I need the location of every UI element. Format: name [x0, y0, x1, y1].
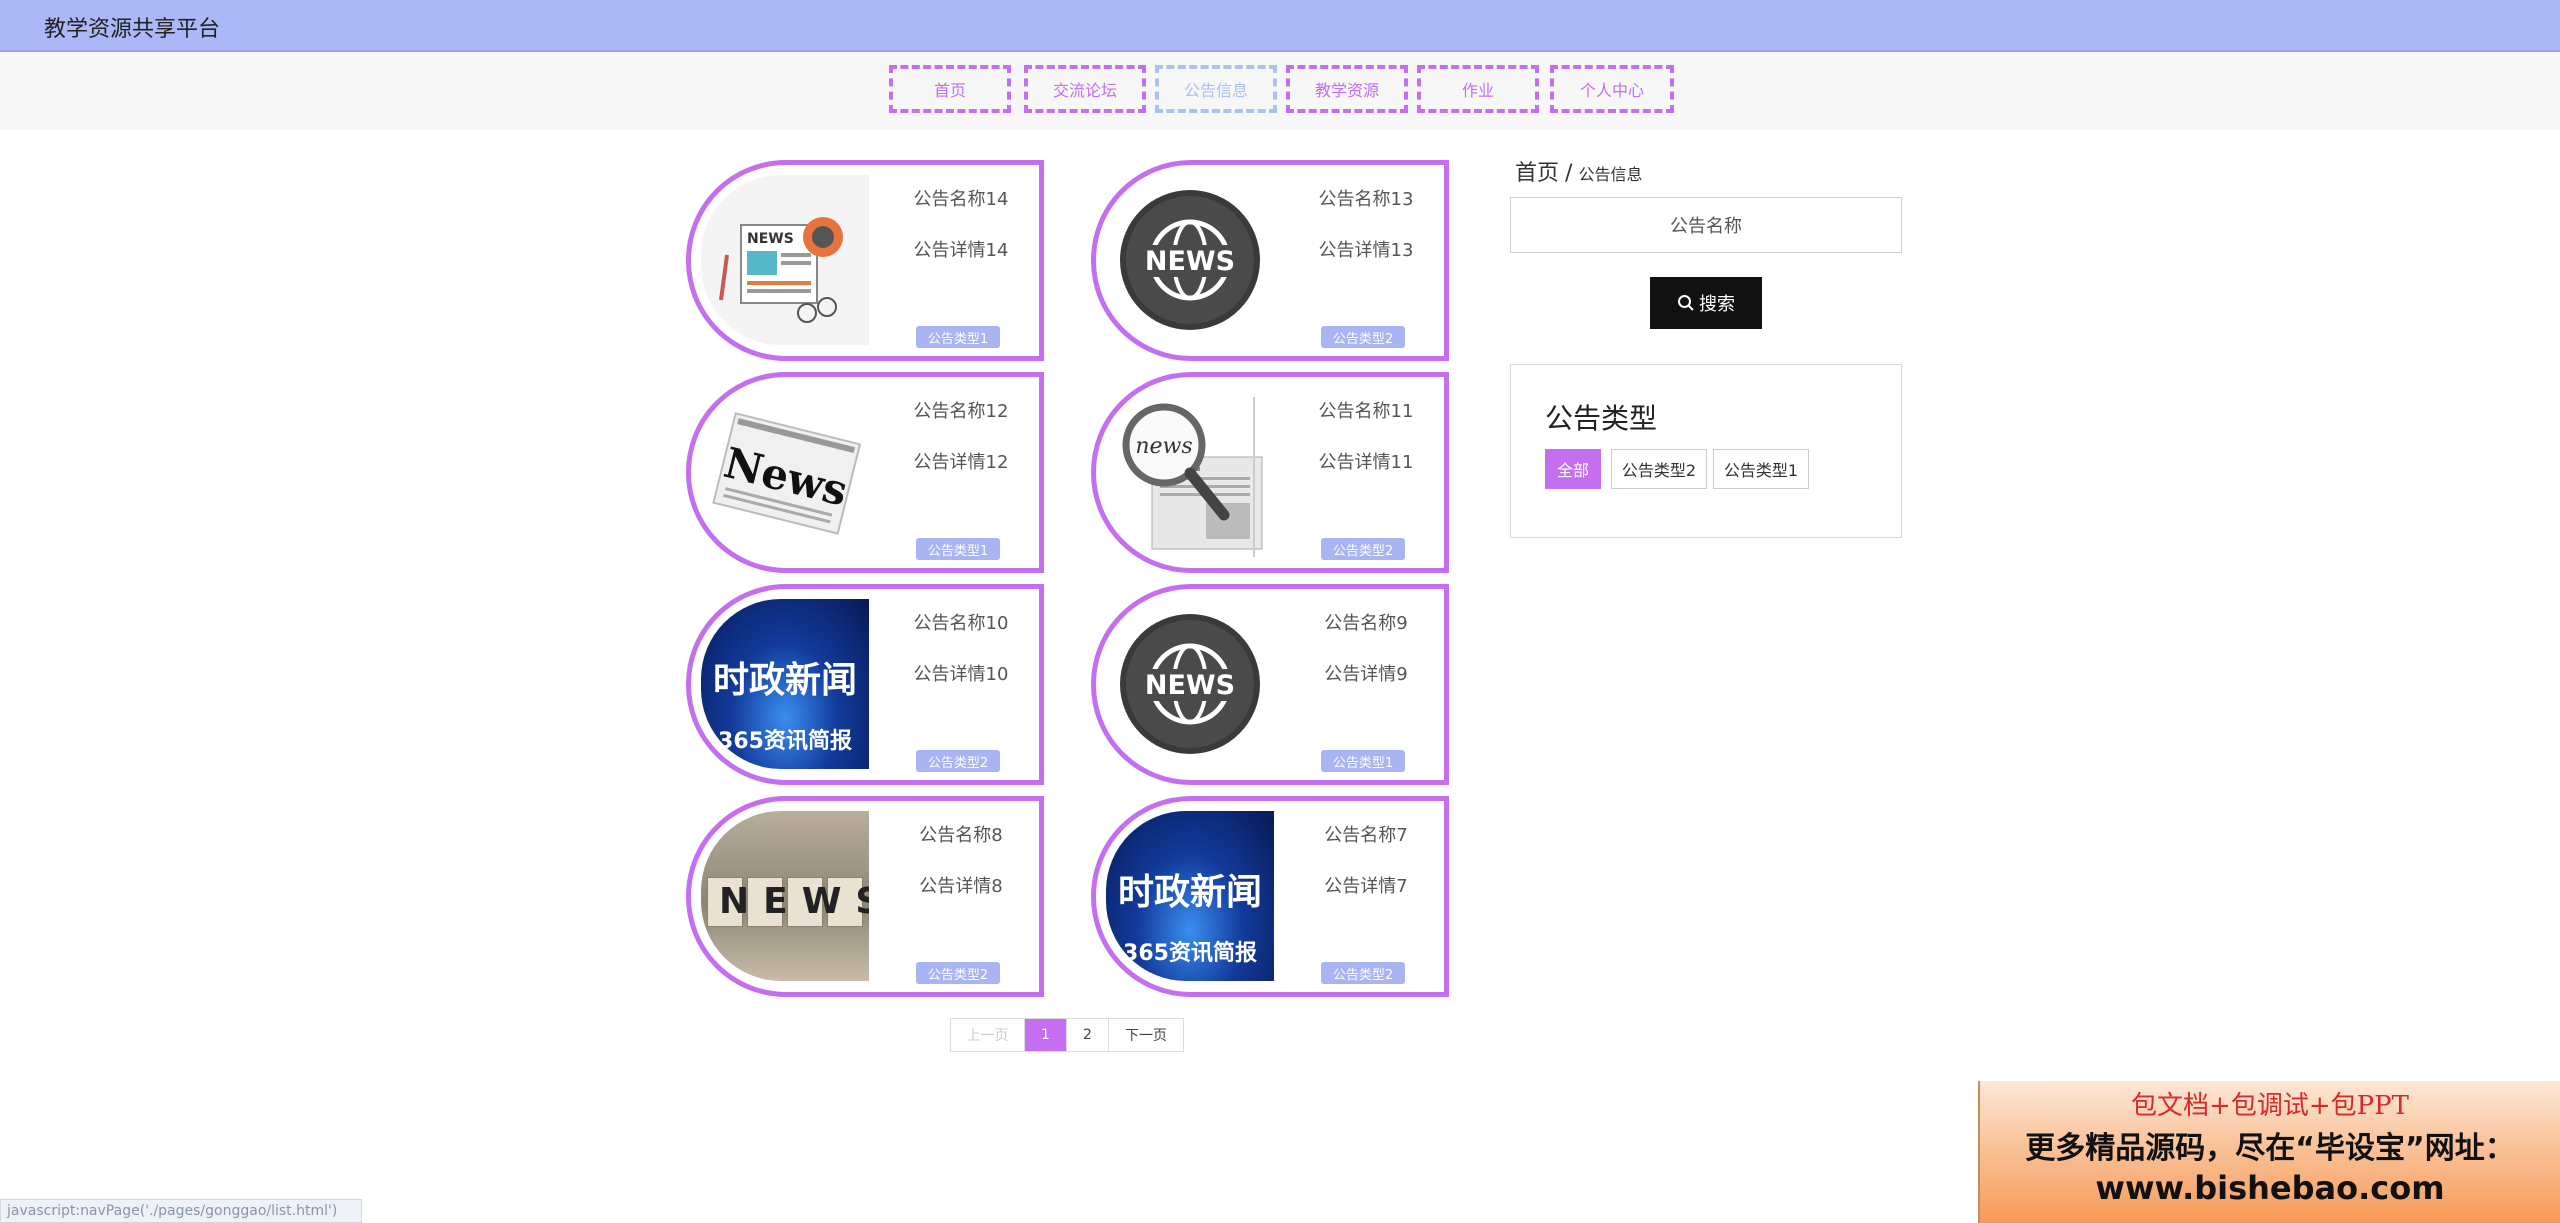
announcement-name: 公告名称11 — [1318, 401, 1414, 422]
announcement-name: 公告名称14 — [913, 189, 1009, 210]
announcement-name: 公告名称10 — [913, 613, 1009, 634]
announcement-name: 公告名称8 — [919, 825, 1003, 846]
announcement-detail: 公告详情13 — [1318, 240, 1414, 261]
promo-line-2: 更多精品源码，尽在“毕设宝”网址： — [2025, 1131, 2515, 1166]
breadcrumb-current: 公告信息 — [1578, 165, 1643, 184]
announcement-card[interactable]: news 公告名称11 公告详情11 公告类型2 — [1091, 372, 1449, 573]
next-page-button[interactable]: 下一页 — [1109, 1019, 1183, 1051]
nav-teaching-resources[interactable]: 教学资源 — [1286, 65, 1408, 113]
announcement-card[interactable]: News 公告名称12 公告详情12 公告类型1 — [686, 372, 1044, 573]
announcement-detail: 公告详情11 — [1318, 452, 1414, 473]
announcement-detail: 公告详情14 — [913, 240, 1009, 261]
announcement-name: 公告名称9 — [1324, 613, 1408, 634]
magnifier-news-image: news — [1106, 387, 1274, 557]
announcement-type-badge: 公告类型2 — [916, 962, 1000, 984]
status-link-preview: javascript:navPage('./pages/gonggao/list… — [0, 1199, 362, 1223]
shizheng-news-subtitle: 365资讯简报 — [718, 729, 852, 754]
announcement-name: 公告名称13 — [1318, 189, 1414, 210]
shizheng-news-title: 时政新闻 — [1117, 872, 1262, 913]
shizheng-news-subtitle: 365资讯简报 — [1123, 941, 1257, 966]
page-2-button[interactable]: 2 — [1067, 1019, 1109, 1051]
nav-forum[interactable]: 交流论坛 — [1024, 65, 1146, 113]
nav-home[interactable]: 首页 — [889, 65, 1011, 113]
announcement-type-panel: 公告类型 全部 公告类型2 公告类型1 — [1510, 364, 1902, 538]
nav-personal-center[interactable]: 个人中心 — [1550, 65, 1674, 113]
promo-line-1: 包文档+包调试+包PPT — [2131, 1091, 2409, 1121]
type-panel-title: 公告类型 — [1545, 402, 1658, 435]
newspaper-image: News — [701, 387, 869, 557]
announcement-name: 公告名称12 — [913, 401, 1009, 422]
announcement-type-badge: 公告类型2 — [1321, 538, 1405, 560]
announcement-type-badge: 公告类型1 — [916, 538, 1000, 560]
announcement-detail: 公告详情7 — [1324, 876, 1408, 897]
news-blocks-text: NEWS — [719, 881, 869, 922]
type-filter-all[interactable]: 全部 — [1545, 449, 1601, 489]
news-blocks-image: NEWS — [701, 811, 869, 981]
news-globe-image: NEWS — [1106, 599, 1274, 769]
main-nav: 首页 交流论坛 公告信息 教学资源 作业 个人中心 — [0, 52, 2560, 130]
promo-url: www.bishebao.com — [2095, 1169, 2445, 1207]
shizheng-news-title: 时政新闻 — [712, 660, 857, 701]
promo-banner[interactable]: 包文档+包调试+包PPT 更多精品源码，尽在“毕设宝”网址： www.bishe… — [1978, 1081, 2560, 1223]
announcement-detail: 公告详情9 — [1324, 664, 1408, 685]
nav-homework[interactable]: 作业 — [1417, 65, 1539, 113]
top-header: 教学资源共享平台 — [0, 0, 2560, 52]
nav-announcements[interactable]: 公告信息 — [1155, 65, 1277, 113]
news-clipart-image: NEWS — [701, 175, 869, 345]
svg-text:NEWS: NEWS — [747, 231, 794, 247]
shizheng-news-image: 时政新闻 365资讯简报 — [1106, 811, 1274, 981]
announcement-card[interactable]: NEWS 公告名称8 公告详情8 公告类型2 — [686, 796, 1044, 997]
search-input[interactable]: 公告名称 — [1510, 197, 1902, 253]
prev-page-button[interactable]: 上一页 — [951, 1019, 1025, 1051]
page-1-button[interactable]: 1 — [1025, 1019, 1067, 1051]
breadcrumb-separator: / — [1565, 161, 1573, 186]
breadcrumb-home[interactable]: 首页 — [1515, 161, 1559, 186]
shizheng-news-image: 时政新闻 365资讯简报 — [701, 599, 869, 769]
type-filter-type1[interactable]: 公告类型1 — [1713, 449, 1809, 489]
type-filter-type2[interactable]: 公告类型2 — [1611, 449, 1707, 489]
announcement-detail: 公告详情10 — [913, 664, 1009, 685]
announcement-card[interactable]: NEWS 公告名称14 公告详情14 公告类型1 — [686, 160, 1044, 361]
announcement-card[interactable]: NEWS 公告名称13 公告详情13 公告类型2 — [1091, 160, 1449, 361]
site-title: 教学资源共享平台 — [44, 17, 221, 42]
announcement-name: 公告名称7 — [1324, 825, 1408, 846]
svg-text:NEWS: NEWS — [1145, 246, 1235, 277]
news-globe-image: NEWS — [1106, 175, 1274, 345]
announcement-type-badge: 公告类型2 — [1321, 962, 1405, 984]
search-icon — [1678, 295, 1694, 311]
announcement-card[interactable]: 时政新闻 365资讯简报 公告名称7 公告详情7 公告类型2 — [1091, 796, 1449, 997]
announcement-type-badge: 公告类型1 — [916, 326, 1000, 348]
announcement-detail: 公告详情12 — [913, 452, 1009, 473]
search-input-value: 公告名称 — [1670, 216, 1742, 237]
pagination: 上一页 1 2 下一页 — [950, 1018, 1184, 1052]
announcement-type-badge: 公告类型1 — [1321, 750, 1405, 772]
svg-text:NEWS: NEWS — [1145, 670, 1235, 701]
announcement-card[interactable]: NEWS 公告名称9 公告详情9 公告类型1 — [1091, 584, 1449, 785]
announcement-type-badge: 公告类型2 — [916, 750, 1000, 772]
announcement-detail: 公告详情8 — [919, 876, 1003, 897]
breadcrumb: 首页 / 公告信息 — [1515, 155, 1642, 187]
announcement-type-badge: 公告类型2 — [1321, 326, 1405, 348]
search-button-label: 搜索 — [1699, 294, 1735, 315]
search-button[interactable]: 搜索 — [1650, 277, 1762, 329]
announcement-card[interactable]: 时政新闻 365资讯简报 公告名称10 公告详情10 公告类型2 — [686, 584, 1044, 785]
svg-text:news: news — [1135, 434, 1192, 459]
